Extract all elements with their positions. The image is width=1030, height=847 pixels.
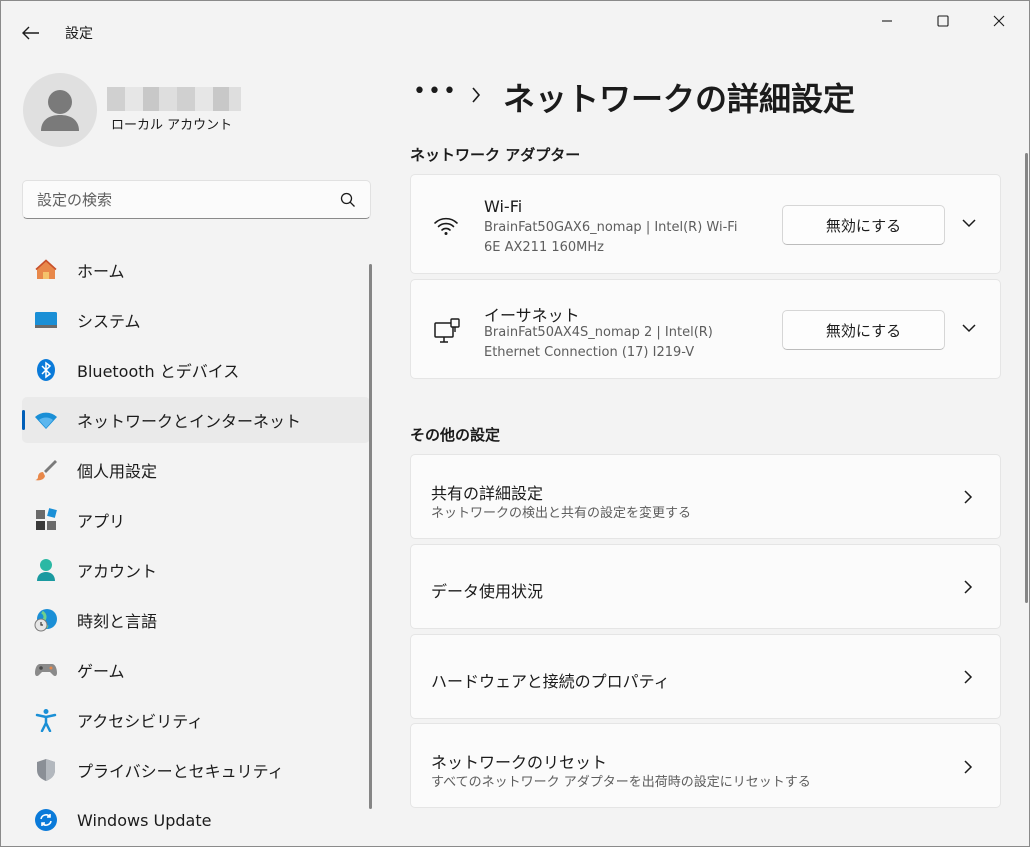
time-language-icon xyxy=(34,609,57,632)
ethernet-icon xyxy=(434,318,460,343)
sidebar-item-network[interactable]: ネットワークとインターネット xyxy=(22,397,370,443)
windows-update-icon xyxy=(35,809,57,831)
chevron-right-icon xyxy=(964,670,973,684)
user-icon xyxy=(41,90,79,131)
back-button[interactable] xyxy=(15,19,47,47)
chevron-down-icon[interactable] xyxy=(961,322,977,334)
sidebar-item-label: Windows Update xyxy=(77,810,212,830)
avatar[interactable] xyxy=(23,73,97,147)
wifi-icon xyxy=(434,217,458,235)
chevron-right-icon xyxy=(964,580,973,594)
account-type: ローカル アカウント xyxy=(111,118,233,133)
sidebar-item-accounts[interactable]: アカウント xyxy=(22,547,370,593)
sidebar-item-apps[interactable]: アプリ xyxy=(22,497,370,543)
minimize-button[interactable] xyxy=(859,5,915,37)
sidebar-item-bluetooth[interactable]: Bluetooth とデバイス xyxy=(22,347,370,393)
adapter-description: BrainFat50AX4S_nomap 2 | Intel(R) Ethern… xyxy=(484,323,754,363)
link-subtitle: ネットワークの検出と共有の設定を変更する xyxy=(431,506,692,521)
accessibility-icon xyxy=(35,709,57,732)
search-icon xyxy=(340,192,355,207)
search-box[interactable] xyxy=(22,180,371,219)
sidebar-item-label: 個人用設定 xyxy=(77,462,158,481)
chevron-right-icon xyxy=(472,87,481,103)
adapter-desc-line: BrainFat50AX4S_nomap 2 | Intel(R) xyxy=(484,325,713,340)
sidebar-item-label: プライバシーとセキュリティ xyxy=(77,762,284,781)
bluetooth-icon xyxy=(37,359,55,381)
link-card-data-usage[interactable]: データ使用状況 xyxy=(410,544,1001,629)
close-button[interactable] xyxy=(971,5,1027,37)
adapter-desc-line: BrainFat50GAX6_nomap | Intel(R) Wi-Fi xyxy=(484,220,738,235)
sidebar-item-label: システム xyxy=(77,312,141,331)
chevron-right-icon xyxy=(964,760,973,774)
link-title: ハードウェアと接続のプロパティ xyxy=(431,672,670,691)
link-card-network-reset[interactable]: ネットワークのリセット すべてのネットワーク アダプターを出荷時の設定にリセット… xyxy=(410,723,1001,808)
close-icon xyxy=(993,15,1005,27)
gamepad-icon xyxy=(35,664,57,677)
settings-window: 設定 ローカル アカウント ホーム xyxy=(0,0,1030,847)
brush-icon xyxy=(35,460,57,481)
sidebar-item-label: アクセシビリティ xyxy=(77,712,204,731)
link-card-advanced-sharing[interactable]: 共有の詳細設定 ネットワークの検出と共有の設定を変更する xyxy=(410,454,1001,539)
app-title: 設定 xyxy=(65,26,93,42)
sidebar-item-label: ホーム xyxy=(77,262,125,281)
sidebar-item-windows-update[interactable]: Windows Update xyxy=(22,797,370,843)
chevron-down-icon[interactable] xyxy=(961,217,977,229)
adapter-card-ethernet: イーサネット BrainFat50AX4S_nomap 2 | Intel(R)… xyxy=(410,279,1001,379)
link-card-hardware-properties[interactable]: ハードウェアと接続のプロパティ xyxy=(410,634,1001,719)
sidebar-item-home[interactable]: ホーム xyxy=(22,247,370,293)
sidebar-nav: ホーム システム Bluetooth とデバイス ネットワークとインターネット … xyxy=(22,247,370,847)
adapter-desc-line: 6E AX211 160MHz xyxy=(484,240,604,255)
system-icon xyxy=(35,312,57,328)
breadcrumb-more-button[interactable]: ••• xyxy=(413,79,458,104)
section-title-adapters: ネットワーク アダプター xyxy=(410,146,581,164)
sidebar-scrollbar[interactable] xyxy=(369,264,372,809)
account-icon xyxy=(37,559,55,581)
profile-name-redacted xyxy=(107,87,241,111)
search-input[interactable] xyxy=(37,181,337,218)
disable-wifi-button[interactable]: 無効にする xyxy=(782,205,945,245)
sidebar-item-label: アプリ xyxy=(77,512,126,531)
adapter-name: Wi-Fi xyxy=(484,197,523,216)
sidebar-item-label: アカウント xyxy=(77,562,158,581)
sidebar-item-time-language[interactable]: 時刻と言語 xyxy=(22,597,370,643)
network-icon xyxy=(35,412,57,429)
minimize-icon xyxy=(882,20,892,22)
sidebar-item-label: ゲーム xyxy=(77,662,125,681)
sidebar-item-label: Bluetooth とデバイス xyxy=(77,362,240,381)
sidebar-item-gaming[interactable]: ゲーム xyxy=(22,647,370,693)
sidebar-item-label: 時刻と言語 xyxy=(77,612,158,631)
link-subtitle: すべてのネットワーク アダプターを出荷時の設定にリセットする xyxy=(431,775,811,790)
sidebar-item-accessibility[interactable]: アクセシビリティ xyxy=(22,697,370,743)
section-title-other: その他の設定 xyxy=(410,426,501,444)
back-arrow-icon xyxy=(22,26,39,40)
link-title: データ使用状況 xyxy=(431,582,544,601)
sidebar-item-personalization[interactable]: 個人用設定 xyxy=(22,447,370,493)
adapter-card-wifi: Wi-Fi BrainFat50GAX6_nomap | Intel(R) Wi… xyxy=(410,174,1001,274)
chevron-right-icon xyxy=(964,490,973,504)
maximize-icon xyxy=(937,15,949,27)
link-title: ネットワークのリセット xyxy=(431,753,608,772)
page-title: ネットワークの詳細設定 xyxy=(503,80,856,118)
link-title: 共有の詳細設定 xyxy=(431,484,544,503)
shield-icon xyxy=(37,759,55,781)
sidebar-item-label: ネットワークとインターネット xyxy=(77,412,302,431)
apps-icon xyxy=(36,508,57,530)
sidebar-item-system[interactable]: システム xyxy=(22,297,370,343)
maximize-button[interactable] xyxy=(915,5,971,37)
adapter-desc-line: Ethernet Connection (17) I219-V xyxy=(484,345,695,360)
adapter-description: BrainFat50GAX6_nomap | Intel(R) Wi-Fi 6E… xyxy=(484,218,754,258)
title-bar: 設定 xyxy=(1,1,1029,63)
main-scrollbar[interactable] xyxy=(1025,153,1028,603)
sidebar-item-privacy[interactable]: プライバシーとセキュリティ xyxy=(22,747,370,793)
home-icon xyxy=(35,259,57,279)
disable-ethernet-button[interactable]: 無効にする xyxy=(782,310,945,350)
